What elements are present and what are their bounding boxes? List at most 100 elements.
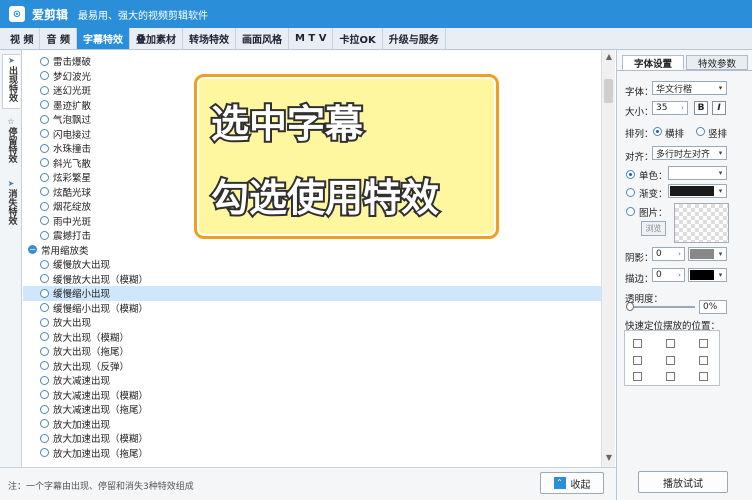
effect-checkbox[interactable]: [40, 114, 49, 124]
effect-checkbox[interactable]: [40, 404, 49, 414]
list-item-label: 炫彩繁星: [53, 173, 92, 185]
tab-font-settings[interactable]: 字体设置: [622, 55, 684, 70]
list-item[interactable]: 放大加速出现（拖尾）: [23, 446, 601, 461]
effect-checkbox[interactable]: [40, 187, 49, 197]
opacity-value-field[interactable]: 0%: [699, 300, 727, 314]
list-item[interactable]: 缓慢缩小出现（模糊）: [23, 301, 601, 316]
list-item[interactable]: 放大减速出现（模糊）: [23, 388, 601, 403]
shadow-color-picker[interactable]: ▾: [688, 247, 727, 261]
list-item[interactable]: 缓慢放大出现（模糊）: [23, 272, 601, 287]
effect-checkbox[interactable]: [40, 433, 49, 443]
position-cell-0-2[interactable]: [699, 339, 708, 348]
list-category[interactable]: − 常用缩放类: [23, 243, 601, 258]
effect-checkbox[interactable]: [40, 346, 49, 356]
effect-checkbox[interactable]: [40, 361, 49, 371]
effect-checkbox[interactable]: [40, 448, 49, 458]
sidebar-tab-1[interactable]: ☆ 停留特效: [2, 116, 20, 171]
position-cell-0-1[interactable]: [666, 339, 675, 348]
position-cell-2-1[interactable]: [666, 372, 675, 381]
menu-item-8[interactable]: 升级与服务: [383, 28, 446, 49]
sidebar-tab-0[interactable]: ➤ 出现特效: [2, 54, 20, 109]
effect-checkbox[interactable]: [40, 172, 49, 182]
font-select[interactable]: 华文行楷 ▾: [652, 81, 727, 95]
shadow-stepper[interactable]: 0 ›: [652, 247, 685, 261]
menu-item-1[interactable]: 音 频: [40, 28, 77, 49]
position-cell-2-0[interactable]: [633, 372, 642, 381]
image-radio[interactable]: [626, 207, 635, 216]
position-cell-1-2[interactable]: [699, 356, 708, 365]
effect-checkbox[interactable]: [40, 259, 49, 269]
menu-item-5[interactable]: 画面风格: [236, 28, 289, 49]
effect-checkbox[interactable]: [40, 288, 49, 298]
position-cell-1-1[interactable]: [666, 356, 675, 365]
effect-checkbox[interactable]: [40, 56, 49, 66]
sidebar-tab-2[interactable]: ➤ 消失特效: [2, 178, 20, 233]
effect-checkbox[interactable]: [40, 332, 49, 342]
single-color-picker[interactable]: ▾: [668, 166, 727, 180]
menu-item-3[interactable]: 叠加素材: [130, 28, 183, 49]
list-item-label: 水珠撞击: [53, 144, 92, 156]
gradient-color-picker[interactable]: ▾: [668, 184, 727, 198]
position-cell-1-0[interactable]: [633, 356, 642, 365]
opacity-slider[interactable]: [627, 306, 695, 308]
scroll-down-icon[interactable]: ▼: [602, 453, 616, 465]
list-item[interactable]: 放大出现（拖尾）: [23, 344, 601, 359]
color-gradient-radio[interactable]: [626, 188, 635, 197]
list-item[interactable]: 缓慢缩小出现: [23, 286, 601, 301]
stepper-arrow-icon[interactable]: ›: [678, 102, 687, 114]
list-item[interactable]: 放大减速出现: [23, 373, 601, 388]
effect-checkbox[interactable]: [40, 303, 49, 313]
position-cell-2-2[interactable]: [699, 372, 708, 381]
effect-checkbox[interactable]: [40, 85, 49, 95]
effect-checkbox[interactable]: [40, 230, 49, 240]
effect-checkbox[interactable]: [40, 390, 49, 400]
menu-item-4[interactable]: 转场特效: [183, 28, 236, 49]
list-item-label: 放大加速出现: [53, 419, 111, 431]
browse-button[interactable]: 浏览: [641, 221, 666, 236]
scroll-up-icon[interactable]: ▲: [602, 52, 616, 64]
effect-checkbox[interactable]: [40, 216, 49, 226]
arrange-horizontal-radio[interactable]: [653, 127, 662, 136]
list-item[interactable]: 雷击爆破: [23, 54, 601, 69]
menu-item-6[interactable]: M T V: [289, 28, 334, 49]
list-item[interactable]: 放大出现（模糊）: [23, 330, 601, 345]
effect-checkbox[interactable]: [40, 71, 49, 81]
collapse-category-icon[interactable]: −: [28, 245, 37, 255]
size-stepper[interactable]: 35 ›: [652, 101, 688, 115]
arrange-vertical-radio[interactable]: [696, 127, 705, 136]
menu-item-7[interactable]: 卡拉OK: [333, 28, 383, 49]
effect-checkbox[interactable]: [40, 274, 49, 284]
menu-item-2[interactable]: 字幕特效: [76, 28, 130, 49]
stroke-stepper[interactable]: 0 ›: [652, 268, 685, 282]
stepper-arrow-icon[interactable]: ›: [675, 248, 684, 260]
play-preview-button[interactable]: 播放试试: [638, 471, 728, 493]
list-item[interactable]: 放大加速出现（模糊）: [23, 431, 601, 446]
list-item[interactable]: 放大出现（反弹）: [23, 359, 601, 374]
effect-checkbox[interactable]: [40, 143, 49, 153]
list-item[interactable]: 缓慢放大出现: [23, 257, 601, 272]
bold-button[interactable]: B: [694, 101, 708, 115]
list-scrollbar[interactable]: ▲ ▼: [601, 50, 615, 467]
collapse-button[interactable]: ⌃ 收起: [540, 472, 604, 494]
italic-button[interactable]: I: [712, 101, 726, 115]
list-item[interactable]: 放大出现: [23, 315, 601, 330]
effect-checkbox[interactable]: [40, 129, 49, 139]
effect-checkbox[interactable]: [40, 375, 49, 385]
color-single-radio[interactable]: [626, 170, 635, 179]
effect-checkbox[interactable]: [40, 158, 49, 168]
position-cell-0-0[interactable]: [633, 339, 642, 348]
list-item[interactable]: 放大减速出现（拖尾）: [23, 402, 601, 417]
effect-checkbox[interactable]: [40, 317, 49, 327]
stepper-arrow-icon[interactable]: ›: [675, 269, 684, 281]
stroke-color-picker[interactable]: ▾: [688, 268, 727, 282]
align-select[interactable]: 多行时左对齐 ▾: [652, 146, 727, 160]
list-item[interactable]: 放大加速出现: [23, 417, 601, 432]
color-single-label: 单色：: [639, 171, 668, 182]
menu-item-0[interactable]: 视 频: [0, 28, 41, 49]
tab-effect-params[interactable]: 特效参数: [686, 55, 748, 70]
scroll-thumb[interactable]: [604, 79, 613, 103]
effect-checkbox[interactable]: [40, 201, 49, 211]
opacity-slider-handle[interactable]: [626, 302, 634, 311]
effect-checkbox[interactable]: [40, 100, 49, 110]
effect-checkbox[interactable]: [40, 419, 49, 429]
